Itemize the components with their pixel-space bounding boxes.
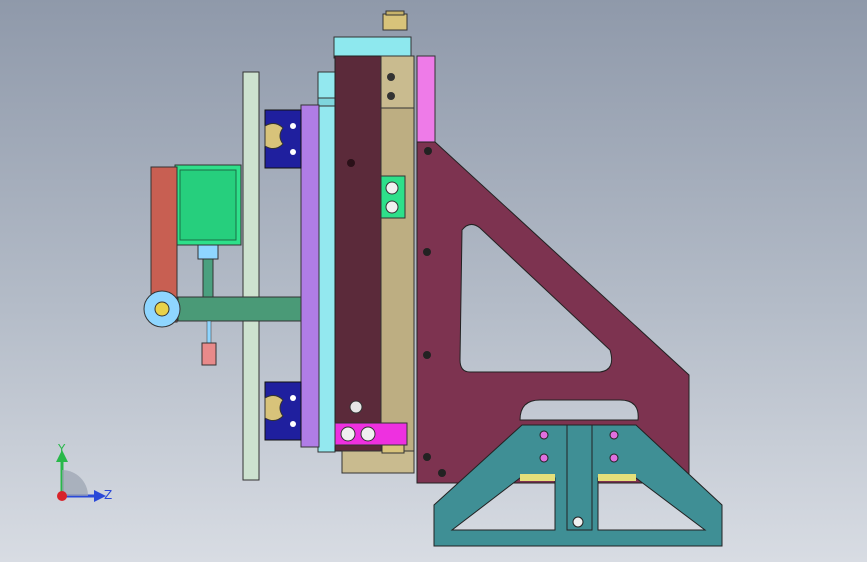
lower-linear-guide-carriage[interactable]	[264, 381, 302, 441]
bottom-block[interactable]	[341, 450, 415, 474]
top-cap-block[interactable]	[333, 36, 412, 59]
main-slide-plate[interactable]	[334, 55, 382, 452]
light-green-plate[interactable]	[242, 71, 260, 481]
base-yellow-insert	[598, 474, 636, 481]
upper-linear-guide-carriage[interactable]	[264, 109, 302, 169]
pneumatic-fitting[interactable]	[382, 10, 408, 31]
rail-green-clamp[interactable]	[380, 175, 406, 219]
sensor-head[interactable]	[201, 342, 217, 366]
green-connector-bar[interactable]	[177, 296, 302, 322]
base-pivot-hole	[572, 516, 584, 528]
magenta-clamp[interactable]	[334, 422, 408, 446]
purple-plate[interactable]	[300, 104, 320, 448]
base-yellow-insert	[520, 474, 555, 481]
cad-viewport[interactable]: Y Z	[0, 0, 867, 562]
cyan-backplate-lip	[317, 97, 336, 107]
guide-rail-upper-block	[380, 55, 415, 109]
rail-hole	[387, 92, 395, 100]
y-axis-label: Y	[57, 442, 66, 456]
z-axis-label: Z	[104, 488, 112, 502]
assembly-drawing[interactable]: Y Z	[0, 0, 867, 562]
pink-side-strip[interactable]	[416, 55, 436, 143]
triad-origin	[57, 491, 67, 501]
slide-plate-hole	[347, 159, 355, 167]
motor-inner-face	[179, 169, 237, 241]
motor-coupling	[202, 258, 214, 298]
cyan-backplate[interactable]	[317, 71, 336, 453]
base-center-slot	[566, 424, 593, 531]
slide-plate-hole	[349, 400, 363, 414]
rail-hole	[387, 73, 395, 81]
connector-pivot-pin	[154, 301, 170, 317]
motor-shaft	[197, 244, 219, 260]
sensor-stem	[206, 320, 212, 344]
guide-rail[interactable]	[380, 55, 415, 457]
axis-triad: Y Z	[56, 442, 112, 502]
